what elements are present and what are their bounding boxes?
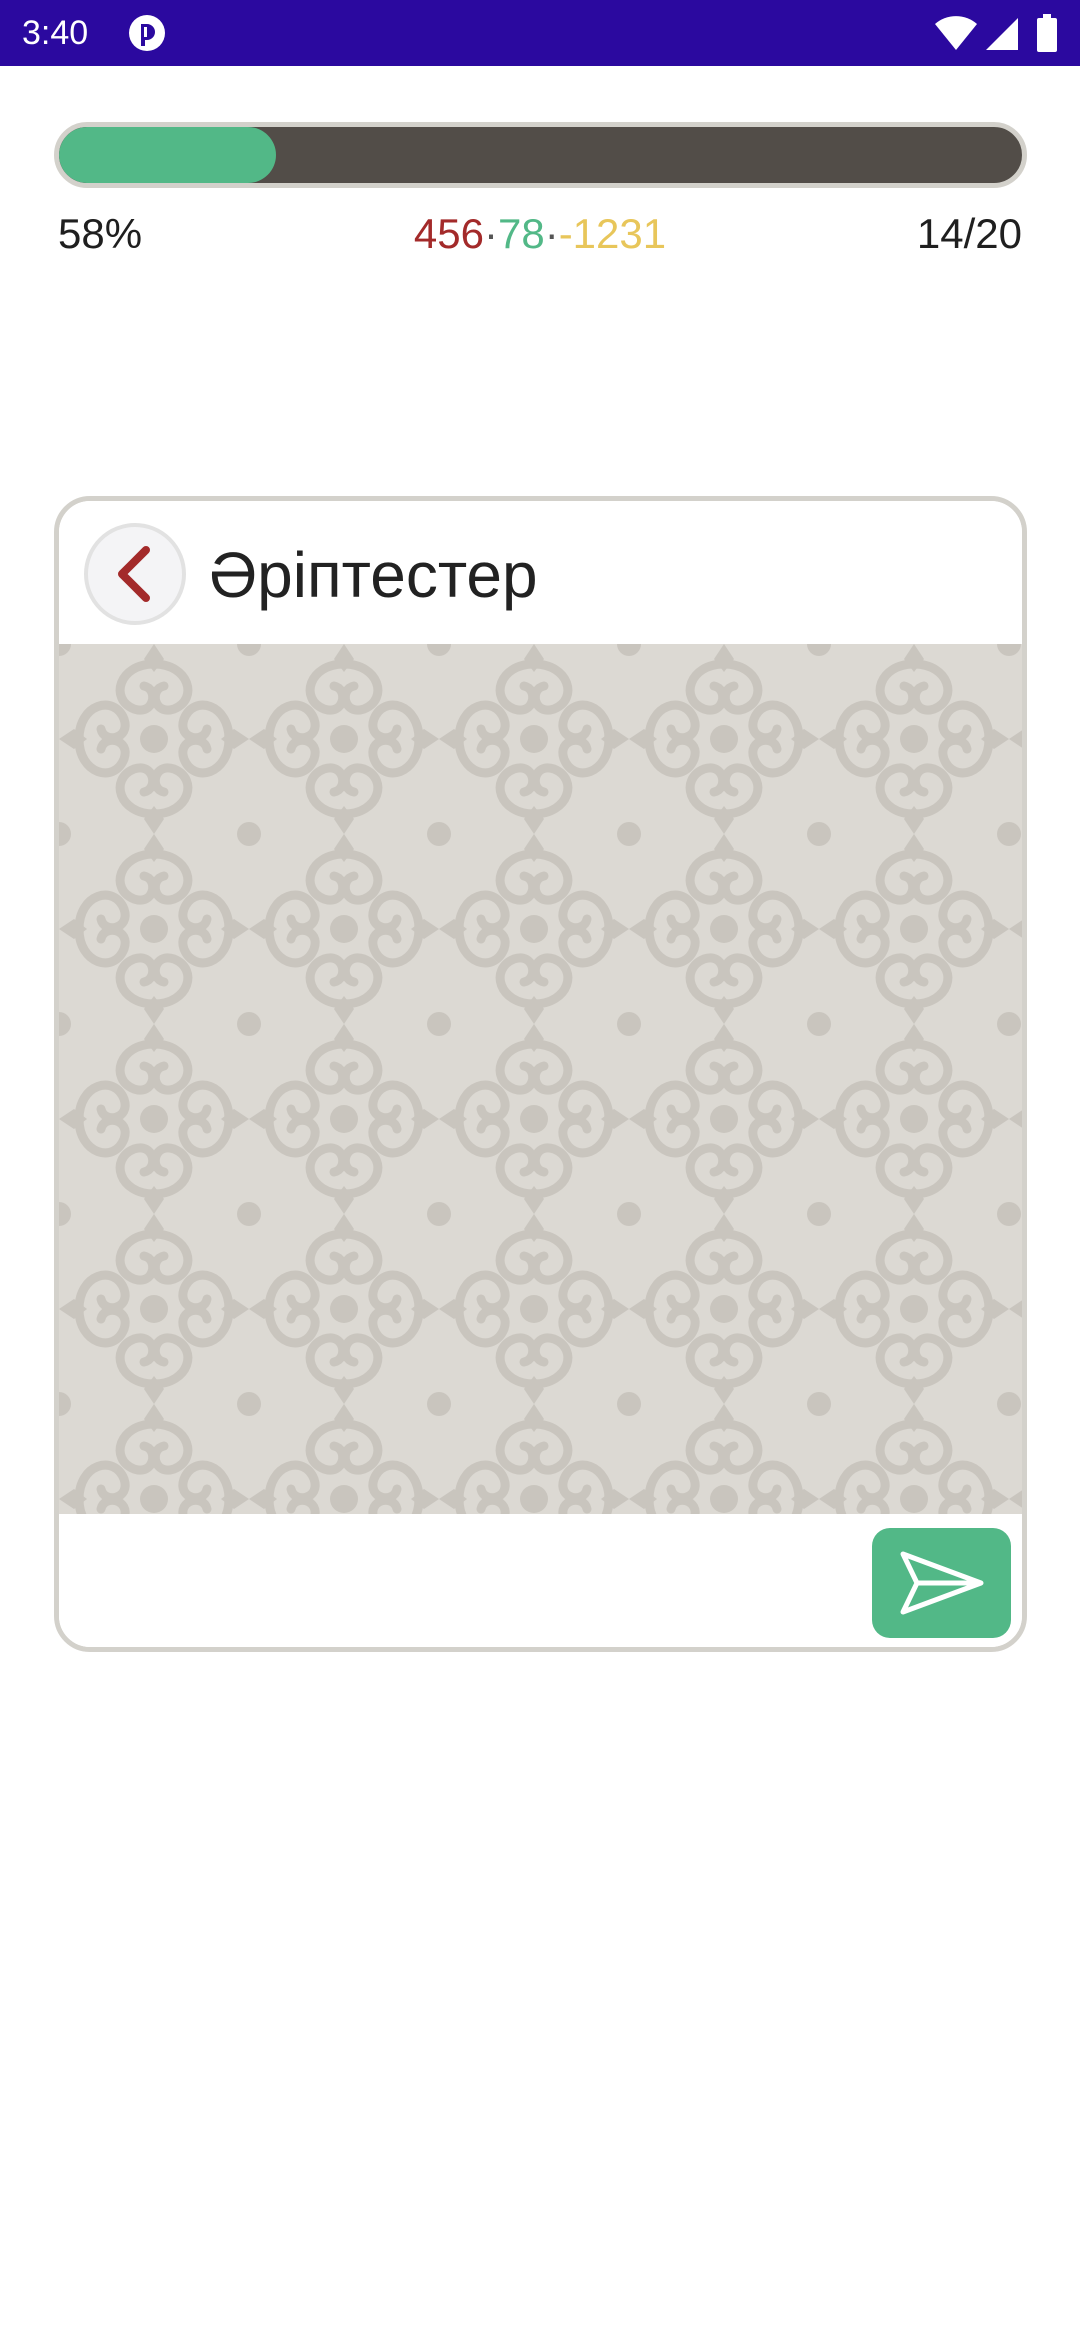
send-button[interactable]	[872, 1528, 1011, 1638]
progress-bar	[54, 122, 1027, 188]
battery-icon	[1036, 14, 1058, 52]
ornamental-pattern	[59, 644, 1022, 1514]
status-bar: 3:40	[0, 0, 1080, 66]
score-penalty: -1231	[558, 210, 667, 257]
question-counter: 14/20	[916, 210, 1022, 257]
answer-input-row	[59, 1514, 1022, 1647]
back-button[interactable]	[84, 523, 186, 625]
wifi-icon	[934, 16, 978, 52]
app-notification-icon	[128, 14, 166, 52]
progress-fill	[59, 127, 276, 183]
score-correct: 456	[413, 210, 484, 257]
chevron-left-icon	[118, 546, 150, 602]
card-title: Әріптестер	[209, 539, 538, 611]
answer-input[interactable]	[79, 1534, 879, 1634]
card-header: Әріптестер	[59, 501, 1022, 644]
score-separator: ·	[483, 210, 498, 257]
score-bonus: 78	[497, 210, 545, 257]
score-separator: ·	[544, 210, 559, 257]
signal-icon	[984, 16, 1020, 52]
status-time: 3:40	[22, 14, 89, 52]
send-icon	[900, 1551, 983, 1615]
quiz-card: Әріптестер	[54, 496, 1027, 1652]
